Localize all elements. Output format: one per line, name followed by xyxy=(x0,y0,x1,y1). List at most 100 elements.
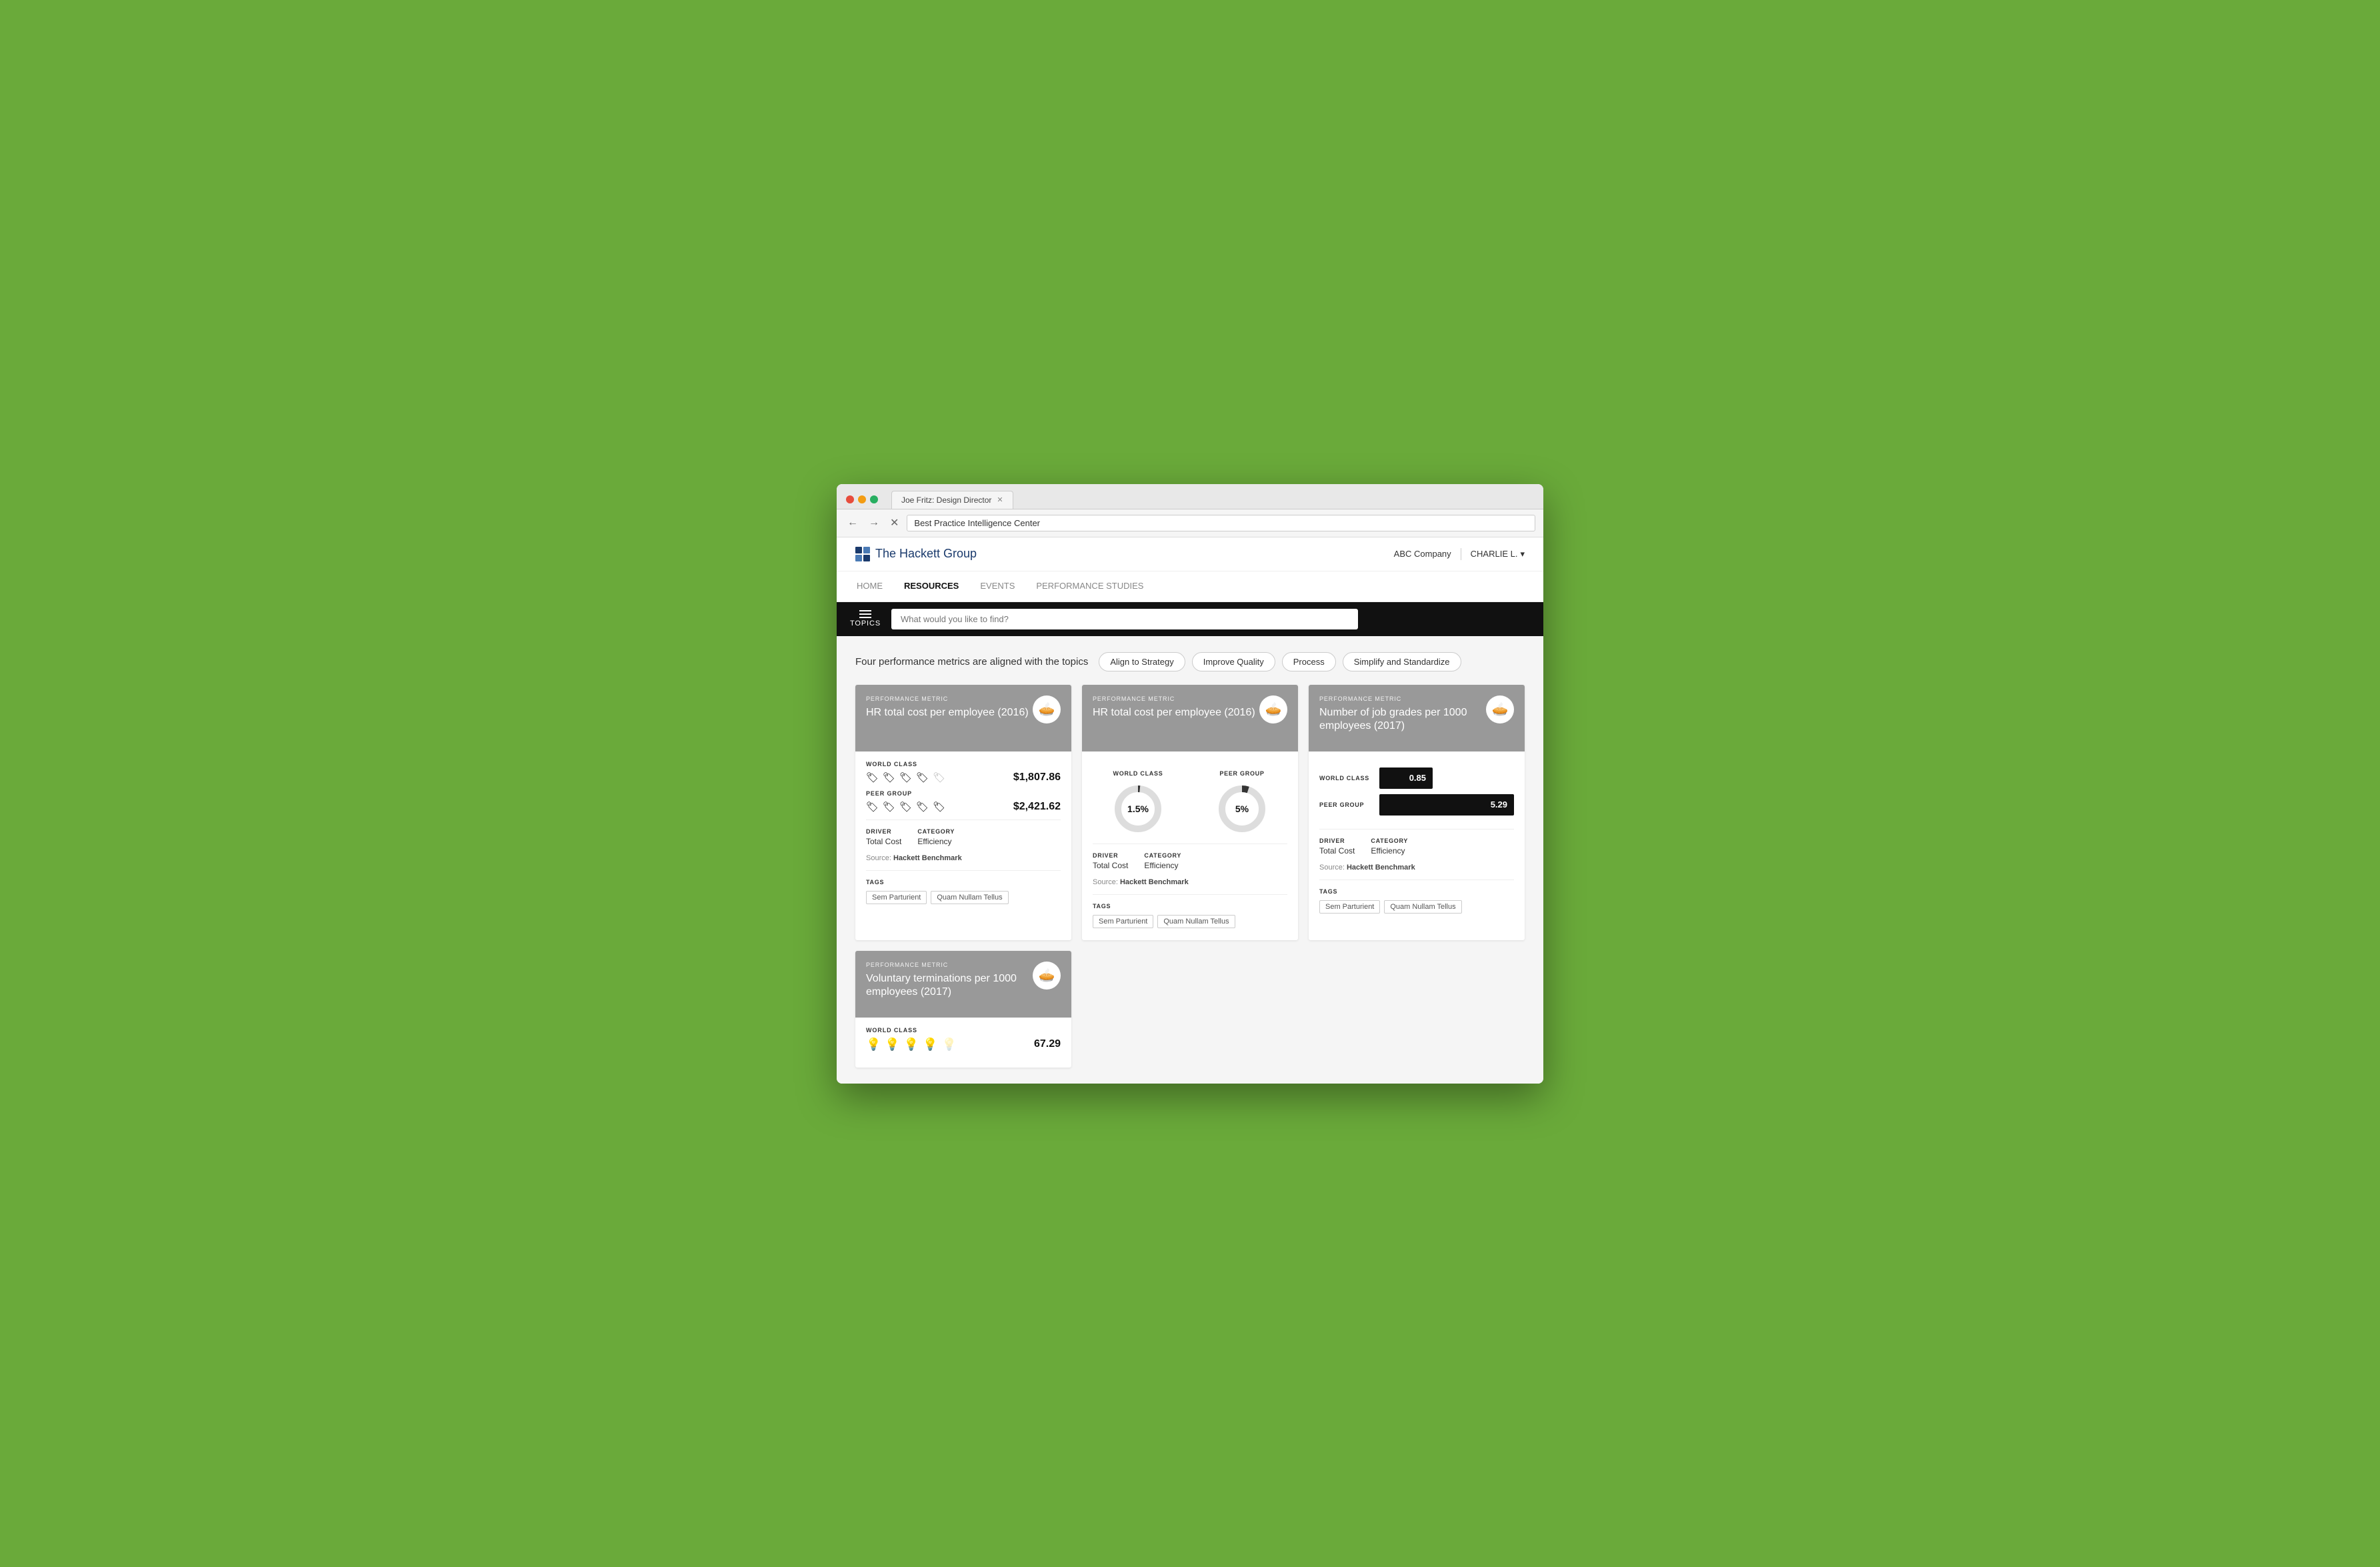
card-3-category-group: CATEGORY Efficiency xyxy=(1371,838,1408,856)
card-1-tags-label: TAGS xyxy=(866,879,1061,886)
card-1-tags-section: TAGS Sem Parturient Quam Nullam Tellus xyxy=(866,870,1061,907)
h-line-3 xyxy=(859,617,871,618)
card-3-world-class-label: WORLD CLASS xyxy=(1319,775,1373,781)
close-dot[interactable] xyxy=(846,495,854,503)
money-icon-3: 🏷 xyxy=(899,771,912,784)
back-button[interactable]: ← xyxy=(845,515,861,530)
card-3-driver-section: DRIVER Total Cost CATEGORY Efficiency xyxy=(1319,829,1514,861)
browser-window: Joe Fritz: Design Director ✕ ← → ✕ The H… xyxy=(837,484,1543,1084)
card-3-source: Source: Hackett Benchmark xyxy=(1319,861,1514,880)
forward-button[interactable]: → xyxy=(866,515,882,530)
money-icon-1: 🏷 xyxy=(866,771,879,784)
card-1-category-group: CATEGORY Efficiency xyxy=(917,828,955,846)
bottom-card-1-world-class: WORLD CLASS 💡 💡 💡 💡 💡 67.29 xyxy=(866,1027,1061,1052)
card-2-donut1-value: 1.5% xyxy=(1127,804,1149,814)
pie-chart-icon-1: 🥧 xyxy=(1039,701,1055,717)
card-3-tag-1[interactable]: Sem Parturient xyxy=(1319,900,1380,914)
card-2-tag-2[interactable]: Quam Nullam Tellus xyxy=(1157,915,1235,928)
user-name: CHARLIE L. xyxy=(1471,549,1518,559)
card-3-source-bold: Hackett Benchmark xyxy=(1347,864,1415,872)
card-3-category-value: Efficiency xyxy=(1371,846,1408,856)
tab-title: Joe Fritz: Design Director xyxy=(901,495,991,505)
hamburger-icon xyxy=(859,610,871,618)
user-menu-button[interactable]: CHARLIE L. ▾ xyxy=(1471,549,1525,559)
filter-simplify-standardize[interactable]: Simplify and Standardize xyxy=(1343,652,1461,671)
bottom-card-1: PERFORMANCE METRIC Voluntary termination… xyxy=(855,951,1071,1068)
main-content: Four performance metrics are aligned wit… xyxy=(837,636,1543,1084)
card-1-driver-label: DRIVER xyxy=(866,828,901,835)
logo-square-1 xyxy=(855,547,862,553)
card-3-peer-group-bar: 5.29 xyxy=(1379,794,1514,816)
card-2-donut-section: WORLD CLASS 1.5% PEER xyxy=(1093,761,1287,841)
card-2-tags-section: TAGS Sem Parturient Quam Nullam Tellus xyxy=(1093,894,1287,931)
topics-text: TOPICS xyxy=(850,619,881,627)
card-2-label: PERFORMANCE METRIC xyxy=(1093,695,1255,702)
card-3-body: WORLD CLASS 0.85 PEER GROUP 5.29 xyxy=(1309,751,1525,926)
card-1-body: WORLD CLASS 🏷 🏷 🏷 🏷 🏷 $1,807.86 xyxy=(855,751,1071,916)
search-input[interactable] xyxy=(891,609,1358,629)
bottom-card-1-world-class-value: 67.29 xyxy=(1034,1038,1061,1050)
bulb-icon-4: 💡 xyxy=(923,1038,937,1052)
card-3-world-class-value: 0.85 xyxy=(1409,773,1426,783)
browser-addressbar: ← → ✕ xyxy=(837,509,1543,537)
nav-home[interactable]: HOME xyxy=(855,571,884,601)
card-2-driver-section: DRIVER Total Cost CATEGORY Efficiency xyxy=(1093,844,1287,876)
card-1-peer-group-value: $2,421.62 xyxy=(1013,801,1061,813)
card-1-peer-group-label: PEER GROUP xyxy=(866,790,1061,797)
card-1-driver-group: DRIVER Total Cost xyxy=(866,828,901,846)
card-3-tag-2[interactable]: Quam Nullam Tellus xyxy=(1384,900,1461,914)
filter-process[interactable]: Process xyxy=(1282,652,1336,671)
card-2-donut1-group: WORLD CLASS 1.5% xyxy=(1111,770,1165,836)
card-3-title: Number of job grades per 1000 employees … xyxy=(1319,706,1486,734)
card-1-category-label: CATEGORY xyxy=(917,828,955,835)
card-2-source-bold: Hackett Benchmark xyxy=(1120,878,1189,886)
browser-tab[interactable]: Joe Fritz: Design Director ✕ xyxy=(891,491,1013,509)
topics-label[interactable]: TOPICS xyxy=(850,610,881,627)
bottom-card-1-body: WORLD CLASS 💡 💡 💡 💡 💡 67.29 xyxy=(855,1018,1071,1068)
card-3-driver-group: DRIVER Total Cost xyxy=(1319,838,1355,856)
nav-events[interactable]: EVENTS xyxy=(979,571,1016,601)
card-1-driver-section: DRIVER Total Cost CATEGORY Efficiency xyxy=(866,820,1061,852)
logo-square-4 xyxy=(863,555,870,561)
card-3-peer-group-label: PEER GROUP xyxy=(1319,802,1373,808)
card-1-tag-2[interactable]: Quam Nullam Tellus xyxy=(931,891,1008,904)
filter-bar: Four performance metrics are aligned wit… xyxy=(855,652,1525,671)
cards-grid: PERFORMANCE METRIC HR total cost per emp… xyxy=(855,685,1525,940)
card-1-tag-1[interactable]: Sem Parturient xyxy=(866,891,927,904)
filter-align-to-strategy[interactable]: Align to Strategy xyxy=(1099,652,1185,671)
card-1-label: PERFORMANCE METRIC xyxy=(866,695,1029,702)
card-3-driver-label: DRIVER xyxy=(1319,838,1355,844)
card-1-tags-row: Sem Parturient Quam Nullam Tellus xyxy=(866,891,1061,904)
pie-chart-icon-3: 🥧 xyxy=(1492,701,1509,717)
bulb-icon-3: 💡 xyxy=(904,1038,919,1052)
reload-button[interactable]: ✕ xyxy=(887,515,901,531)
app-content: The Hackett Group ABC Company CHARLIE L.… xyxy=(837,537,1543,1084)
card-1-peer-group: PEER GROUP 🏷 🏷 🏷 🏷 🏷 $2,421.62 xyxy=(866,790,1061,813)
minimize-dot[interactable] xyxy=(858,495,866,503)
tab-close-icon[interactable]: ✕ xyxy=(997,495,1003,504)
address-input[interactable] xyxy=(907,515,1535,531)
card-3-header: PERFORMANCE METRIC Number of job grades … xyxy=(1309,685,1525,751)
bottom-card-1-world-class-label: WORLD CLASS xyxy=(866,1027,1061,1034)
card-1-peer-group-row: 🏷 🏷 🏷 🏷 🏷 $2,421.62 xyxy=(866,801,1061,813)
money-icon-pg-3: 🏷 xyxy=(899,801,912,813)
card-2-tag-1[interactable]: Sem Parturient xyxy=(1093,915,1153,928)
money-icon-4: 🏷 xyxy=(916,771,929,784)
bulb-icon-2: 💡 xyxy=(885,1038,899,1052)
maximize-dot[interactable] xyxy=(870,495,878,503)
logo-square-2 xyxy=(863,547,870,553)
logo-area: The Hackett Group xyxy=(855,547,977,561)
card-2-donut2-value: 5% xyxy=(1235,804,1249,814)
logo-square-3 xyxy=(855,555,862,561)
app-nav: HOME RESOURCES EVENTS PERFORMANCE STUDIE… xyxy=(837,571,1543,602)
card-2-header: PERFORMANCE METRIC HR total cost per emp… xyxy=(1082,685,1298,751)
bottom-card-1-header: PERFORMANCE METRIC Voluntary termination… xyxy=(855,951,1071,1018)
filter-improve-quality[interactable]: Improve Quality xyxy=(1192,652,1275,671)
card-1-world-class-label: WORLD CLASS xyxy=(866,761,1061,767)
card-3-tags-row: Sem Parturient Quam Nullam Tellus xyxy=(1319,900,1514,914)
card-3: PERFORMANCE METRIC Number of job grades … xyxy=(1309,685,1525,940)
card-1-header: PERFORMANCE METRIC HR total cost per emp… xyxy=(855,685,1071,751)
card-2-body: WORLD CLASS 1.5% PEER xyxy=(1082,751,1298,940)
nav-performance-studies[interactable]: PERFORMANCE STUDIES xyxy=(1035,571,1145,601)
nav-resources[interactable]: RESOURCES xyxy=(903,571,960,601)
